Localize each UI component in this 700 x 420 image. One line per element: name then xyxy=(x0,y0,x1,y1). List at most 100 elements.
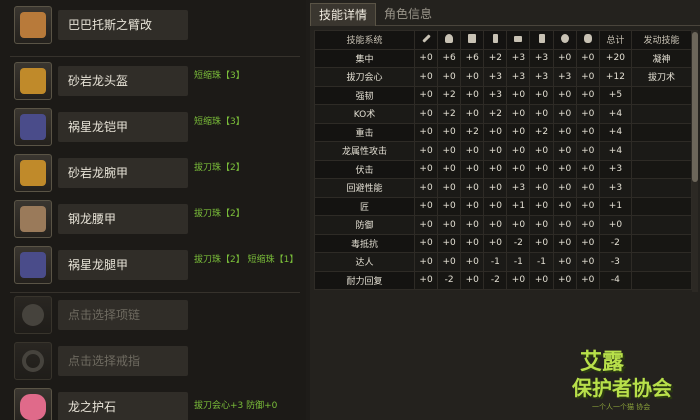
ring-icon xyxy=(14,342,52,380)
table-cell: +0 xyxy=(437,67,462,87)
tab-character-info[interactable]: 角色信息 xyxy=(376,3,440,26)
table-cell: +0 xyxy=(552,141,577,161)
table-cell: +0 xyxy=(575,215,600,235)
table-cell: +3 xyxy=(529,67,554,87)
header-active-skill: 发动技能 xyxy=(631,30,692,50)
table-cell: +0 xyxy=(413,178,439,198)
tab-bar: 技能详情 角色信息 xyxy=(310,0,700,26)
table-row: 防御 +0 +0 +0 +0 +0 +0 +0 +0 +0 xyxy=(314,215,692,235)
greaves-icon xyxy=(14,246,52,284)
table-cell: +2 xyxy=(437,85,462,105)
table-cell: +0 xyxy=(483,141,508,161)
table-cell: +0 xyxy=(506,85,531,105)
body-armor-slot[interactable]: 祸星龙铠甲 短缩珠【3】 xyxy=(10,108,300,152)
table-row: 龙属性攻击 +0 +0 +0 +0 +0 +0 +0 +0 +4 xyxy=(314,141,692,161)
tab-skill-details[interactable]: 技能详情 xyxy=(310,3,377,26)
table-cell: +0 xyxy=(460,270,485,290)
table-cell: +0 xyxy=(483,159,508,179)
table-cell: +0 xyxy=(413,252,439,272)
body-armor-decoration: 短缩珠【3】 xyxy=(194,117,245,127)
necklace-column-icon xyxy=(552,30,577,50)
table-cell xyxy=(631,270,692,290)
table-cell: +0 xyxy=(529,104,554,124)
necklace-slot[interactable]: 点击选择项链 xyxy=(10,296,300,340)
scroll-thumb[interactable] xyxy=(692,32,698,182)
table-cell: +0 xyxy=(575,141,600,161)
table-cell: +3 xyxy=(506,48,531,68)
table-cell: +3 xyxy=(483,85,508,105)
table-cell: +4 xyxy=(598,104,633,124)
leg-column-icon xyxy=(529,30,554,50)
table-row: 拔刀会心 +0 +0 +0 +3 +3 +3 +3 +0 +12 拔刀术 xyxy=(314,67,692,87)
table-cell: 达人 xyxy=(314,252,415,272)
table-cell: +0 xyxy=(413,104,439,124)
table-cell: +0 xyxy=(460,233,485,253)
weapon-column-icon xyxy=(413,30,439,50)
table-cell: 匠 xyxy=(314,196,415,216)
table-cell: 重击 xyxy=(314,122,415,142)
table-cell: +0 xyxy=(483,196,508,216)
header-skill-system: 技能系统 xyxy=(314,30,415,50)
weapon-slot[interactable]: 巴巴托斯之臂改 xyxy=(10,6,300,50)
arm-armor-slot[interactable]: 砂岩龙腕甲 拔刀珠【2】 xyxy=(10,154,300,198)
table-cell: +0 xyxy=(552,85,577,105)
table-cell xyxy=(631,141,692,161)
table-cell: +0 xyxy=(506,215,531,235)
table-cell: +0 xyxy=(437,252,462,272)
divider xyxy=(10,56,300,57)
skills-panel: 技能详情 角色信息 技能系统 总计 发动技能 集中 +0 +6 +6 +2 +3 +3 +0 +… xyxy=(310,0,700,420)
gauntlet-icon xyxy=(14,154,52,192)
table-cell: +0 xyxy=(483,122,508,142)
table-cell: +0 xyxy=(460,215,485,235)
table-cell: 强韧 xyxy=(314,85,415,105)
table-row: 伏击 +0 +0 +0 +0 +0 +0 +0 +0 +3 xyxy=(314,159,692,179)
table-cell: +0 xyxy=(529,270,554,290)
table-cell: +0 xyxy=(529,233,554,253)
table-cell: +0 xyxy=(506,104,531,124)
talisman-column-icon xyxy=(575,30,600,50)
table-cell: +0 xyxy=(575,67,600,87)
ring-slot[interactable]: 点击选择戒指 xyxy=(10,342,300,386)
table-cell: 拔刀术 xyxy=(631,67,692,87)
table-cell: +0 xyxy=(413,233,439,253)
table-cell: -2 xyxy=(598,233,633,253)
table-scrollbar[interactable] xyxy=(692,30,698,292)
table-cell: +20 xyxy=(598,48,633,68)
waist-armor-icon xyxy=(14,200,52,238)
table-cell: +0 xyxy=(552,252,577,272)
table-cell: +0 xyxy=(552,270,577,290)
table-cell: +0 xyxy=(575,252,600,272)
table-row: 重击 +0 +0 +2 +0 +0 +2 +0 +0 +4 xyxy=(314,122,692,142)
logo-line2: 保护者协会 xyxy=(572,376,672,400)
necklace-select-button[interactable]: 点击选择项链 xyxy=(58,300,188,330)
ring-select-button[interactable]: 点击选择戒指 xyxy=(58,346,188,376)
table-cell xyxy=(631,122,692,142)
waist-armor-slot[interactable]: 钢龙腰甲 拔刀珠【2】 xyxy=(10,200,300,244)
table-cell: +3 xyxy=(529,48,554,68)
table-cell: -2 xyxy=(437,270,462,290)
table-cell: +4 xyxy=(598,141,633,161)
table-cell: +6 xyxy=(437,48,462,68)
table-cell: 龙属性攻击 xyxy=(314,141,415,161)
table-header-row: 技能系统 总计 发动技能 xyxy=(314,30,692,50)
table-cell: +0 xyxy=(413,141,439,161)
table-cell: +3 xyxy=(552,67,577,87)
head-armor-name: 砂岩龙头盔 xyxy=(58,66,188,96)
leg-armor-slot[interactable]: 祸星龙腿甲 拔刀珠【2】 短缩珠【1】 xyxy=(10,246,300,290)
table-cell xyxy=(631,104,692,124)
table-cell: -1 xyxy=(483,252,508,272)
table-cell: +3 xyxy=(483,67,508,87)
leg-armor-decoration: 拔刀珠【2】 短缩珠【1】 xyxy=(194,255,299,265)
table-cell: +0 xyxy=(506,122,531,142)
table-cell: +0 xyxy=(575,104,600,124)
head-armor-slot[interactable]: 砂岩龙头盔 短缩珠【3】 xyxy=(10,62,300,106)
table-cell: +0 xyxy=(437,141,462,161)
table-cell: +0 xyxy=(575,122,600,142)
divider xyxy=(10,292,300,293)
table-cell: +0 xyxy=(413,159,439,179)
table-cell xyxy=(631,196,692,216)
arm-armor-name: 砂岩龙腕甲 xyxy=(58,158,188,188)
table-cell: +0 xyxy=(460,85,485,105)
talisman-slot[interactable]: 龙之护石 拔刀会心+3 防御+0 xyxy=(10,388,300,420)
table-cell: 耐力回复 xyxy=(314,270,415,290)
